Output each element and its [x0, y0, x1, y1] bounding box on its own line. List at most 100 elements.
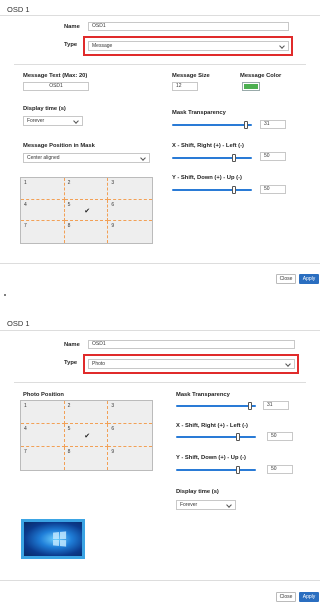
- grid-cell-number: 5: [67, 201, 71, 208]
- grid-cell[interactable]: 8: [65, 447, 109, 470]
- slider-thumb[interactable]: [236, 433, 240, 441]
- photo-position-label: Photo Position: [23, 392, 64, 398]
- y-shift-slider[interactable]: [172, 186, 252, 194]
- title-divider: [0, 15, 320, 16]
- type-select-value: Photo: [92, 361, 106, 367]
- display-time-value: Forever: [180, 502, 198, 508]
- grid-cell-number: 4: [24, 201, 27, 208]
- grid-cell[interactable]: 8: [65, 221, 109, 243]
- y-shift-input[interactable]: 50: [260, 185, 286, 194]
- footer-divider: [0, 263, 320, 264]
- type-select[interactable]: Photo: [88, 359, 295, 369]
- grid-cell-number: 7: [24, 449, 27, 455]
- slider-track: [172, 157, 252, 159]
- apply-button[interactable]: Apply: [299, 274, 319, 284]
- grid-cell-number: 2: [67, 403, 71, 409]
- mask-transparency-label: Mask Transparency: [176, 392, 230, 398]
- chevron-down-icon: [279, 43, 285, 49]
- grid-cell-number: 3: [111, 403, 115, 409]
- name-label: Name: [64, 342, 80, 348]
- message-size-input[interactable]: 12: [172, 82, 198, 91]
- y-shift-label: Y - Shift, Down (+) - Up (-): [172, 175, 242, 181]
- slider-track: [176, 405, 256, 407]
- apply-button[interactable]: Apply: [299, 592, 319, 602]
- mask-transparency-input[interactable]: 31: [260, 120, 286, 129]
- grid-cell-number: 3: [111, 180, 115, 186]
- close-button[interactable]: Close: [276, 274, 296, 284]
- grid-cell[interactable]: 6: [108, 424, 152, 447]
- slider-thumb[interactable]: [248, 402, 253, 410]
- name-input[interactable]: OSD1: [88, 22, 289, 31]
- slider-thumb[interactable]: [236, 466, 240, 474]
- title-divider: [0, 330, 320, 331]
- grid-cell-number: 9: [111, 223, 115, 230]
- slider-thumb[interactable]: [232, 154, 236, 162]
- grid-cell[interactable]: 2: [64, 401, 109, 424]
- name-input[interactable]: OSD1: [88, 340, 295, 349]
- slider-thumb[interactable]: [244, 121, 249, 129]
- message-size-label: Message Size: [172, 73, 210, 79]
- message-color-picker[interactable]: [242, 82, 260, 91]
- display-time-select[interactable]: Forever: [23, 116, 83, 126]
- x-shift-slider[interactable]: [176, 433, 256, 441]
- grid-cell[interactable]: 9: [108, 221, 152, 243]
- mask-transparency-slider[interactable]: [172, 121, 252, 129]
- grid-cell[interactable]: 3: [108, 401, 152, 424]
- section-divider: [14, 64, 306, 65]
- grid-cell[interactable]: 2: [64, 178, 109, 200]
- color-swatch: [244, 84, 258, 89]
- separator-dot: [4, 294, 6, 296]
- position-select-value: Center aligned: [27, 155, 60, 161]
- grid-cell-number: 9: [111, 449, 115, 455]
- grid-cell-number: 1: [24, 403, 27, 409]
- grid-cell[interactable]: 6: [108, 200, 152, 222]
- message-text-input[interactable]: OSD1: [23, 82, 89, 91]
- display-time-select[interactable]: Forever: [176, 500, 236, 510]
- type-select[interactable]: Message: [88, 41, 289, 51]
- name-label: Name: [64, 24, 80, 30]
- y-shift-slider[interactable]: [176, 466, 256, 474]
- mask-transparency-input[interactable]: 31: [263, 401, 289, 410]
- grid-cell[interactable]: 4: [21, 199, 65, 222]
- grid-cell[interactable]: 9: [108, 447, 152, 470]
- slider-thumb[interactable]: [232, 186, 236, 194]
- grid-cell-number: 8: [67, 449, 71, 455]
- x-shift-slider[interactable]: [172, 154, 252, 162]
- chevron-down-icon: [226, 502, 232, 508]
- chevron-down-icon: [73, 118, 79, 124]
- close-button[interactable]: Close: [276, 592, 296, 602]
- slider-track: [172, 124, 252, 126]
- display-time-label: Display time (s): [23, 106, 66, 112]
- position-select[interactable]: Center aligned: [23, 153, 150, 163]
- panel-title: OSD 1: [7, 5, 30, 14]
- y-shift-input[interactable]: 50: [267, 465, 293, 474]
- grid-cell-number: 5: [67, 426, 71, 432]
- chevron-down-icon: [140, 155, 146, 161]
- x-shift-input[interactable]: 50: [260, 152, 286, 161]
- grid-cell[interactable]: 4: [21, 424, 65, 447]
- grid-cell[interactable]: 7: [21, 221, 65, 243]
- windows-wallpaper-image: [24, 522, 82, 556]
- slider-track: [172, 189, 252, 191]
- y-shift-label: Y - Shift, Down (+) - Up (-): [176, 455, 246, 461]
- grid-cell[interactable]: 1: [21, 401, 65, 424]
- grid-cell[interactable]: 7: [21, 447, 65, 470]
- grid-cell-number: 2: [67, 180, 71, 186]
- photo-preview-image[interactable]: [21, 519, 85, 559]
- mask-transparency-slider[interactable]: [176, 402, 256, 410]
- x-shift-label: X - Shift, Right (+) - Left (-): [176, 423, 248, 429]
- position-grid[interactable]: 1 2 3 4 5 ✔ 6 7 8 9: [20, 177, 153, 244]
- grid-cell[interactable]: 5 ✔: [64, 199, 109, 222]
- grid-cell[interactable]: 5 ✔: [64, 424, 109, 447]
- grid-cell-number: 1: [24, 180, 27, 186]
- type-label: Type: [64, 360, 78, 366]
- message-text-label: Message Text (Max: 20): [23, 73, 88, 79]
- grid-cell[interactable]: 3: [108, 178, 152, 200]
- grid-cell-number: 7: [24, 223, 27, 230]
- chevron-down-icon: [285, 361, 291, 367]
- grid-cell[interactable]: 1: [21, 178, 65, 200]
- type-select-value: Message: [92, 43, 113, 49]
- photo-position-grid[interactable]: 1 2 3 4 5 ✔ 6 7 8 9: [20, 400, 153, 471]
- x-shift-input[interactable]: 50: [267, 432, 293, 441]
- grid-cell-number: 8: [67, 223, 71, 230]
